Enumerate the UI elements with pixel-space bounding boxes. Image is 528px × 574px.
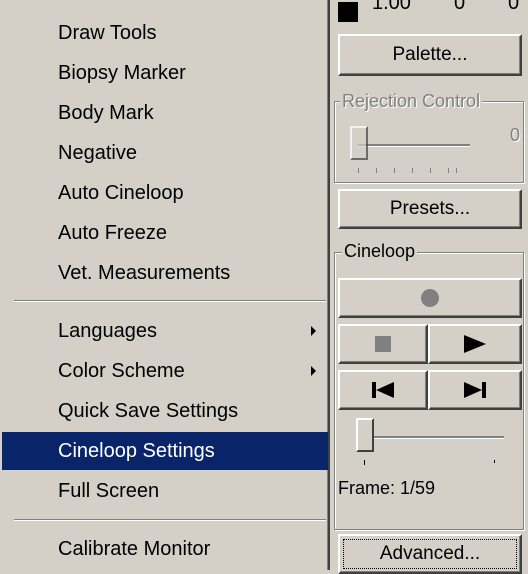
frame-tick-start <box>364 460 365 465</box>
menu-item-cineloop-settings[interactable]: Cineloop Settings <box>2 432 328 470</box>
rejection-tick <box>376 168 377 173</box>
frame-slider-thumb[interactable] <box>356 418 374 452</box>
rejection-slider-track[interactable] <box>358 144 470 147</box>
menu-item-body-mark[interactable]: Body Mark <box>2 94 328 132</box>
top-value-1: 1.00 <box>372 0 411 14</box>
menu-item-auto-freeze[interactable]: Auto Freeze <box>2 214 328 252</box>
stop-button[interactable] <box>338 324 428 364</box>
submenu-arrow-icon <box>311 366 316 376</box>
menu-item-calibrate-monitor[interactable]: Calibrate Monitor <box>2 530 328 568</box>
menu-item-biopsy-marker[interactable]: Biopsy Marker <box>2 54 328 92</box>
menu-item-label: Languages <box>58 320 157 342</box>
rejection-tick <box>448 168 449 173</box>
record-icon <box>421 289 439 307</box>
play-button[interactable] <box>428 324 522 364</box>
frame-counter: Frame: 1/59 <box>338 478 436 498</box>
context-menu: Draw Tools Biopsy Marker Body Mark Negat… <box>0 0 330 570</box>
menu-item-draw-tools[interactable]: Draw Tools <box>2 14 328 52</box>
rejection-tick <box>412 168 413 173</box>
menu-item-label: Auto Freeze <box>58 222 167 244</box>
cineloop-label: Cineloop <box>342 241 418 262</box>
menu-item-full-screen[interactable]: Full Screen <box>2 472 328 510</box>
menu-item-label: Auto Cineloop <box>58 182 184 204</box>
menu-item-languages[interactable]: Languages <box>2 312 328 350</box>
menu-item-auto-cineloop[interactable]: Auto Cineloop <box>2 174 328 212</box>
skip-to-end-icon <box>464 382 486 398</box>
menu-item-label: Full Screen <box>58 480 160 502</box>
rejection-tick <box>358 168 359 173</box>
play-icon <box>464 335 486 353</box>
rejection-control-label: Rejection Control <box>340 91 483 112</box>
stop-icon <box>375 336 391 352</box>
presets-button-label: Presets... <box>389 198 471 219</box>
last-frame-button[interactable] <box>428 370 522 410</box>
menu-separator <box>14 300 326 302</box>
menu-item-quick-save-settings[interactable]: Quick Save Settings <box>2 392 328 430</box>
top-value-2: 0 <box>454 0 466 14</box>
menu-item-negative[interactable]: Negative <box>2 134 328 172</box>
menu-item-label: Calibrate Monitor <box>58 538 211 560</box>
rejection-tick <box>430 168 431 173</box>
skip-to-start-icon <box>372 382 394 398</box>
menu-item-label: Cineloop Settings <box>58 440 215 462</box>
first-frame-button[interactable] <box>338 370 428 410</box>
rejection-control-value: 0 <box>510 125 521 145</box>
color-swatch <box>338 2 358 22</box>
submenu-arrow-icon <box>311 326 316 336</box>
palette-button-label: Palette... <box>392 44 468 65</box>
top-value-3: 0 <box>508 0 520 14</box>
palette-button[interactable]: Palette... <box>338 34 522 76</box>
rejection-slider-thumb[interactable] <box>350 126 368 160</box>
menu-separator <box>14 519 326 521</box>
rejection-tick <box>394 168 395 173</box>
rejection-tick <box>456 168 457 173</box>
menu-item-label: Vet. Measurements <box>58 262 231 284</box>
menu-item-vet-measurements[interactable]: Vet. Measurements <box>2 254 328 292</box>
menu-item-label: Body Mark <box>58 102 154 124</box>
frame-slider-track[interactable] <box>362 436 504 439</box>
menu-item-label: Color Scheme <box>58 360 185 382</box>
menu-item-label: Negative <box>58 142 137 164</box>
advanced-button[interactable]: Advanced... <box>338 534 522 574</box>
menu-item-color-scheme[interactable]: Color Scheme <box>2 352 328 390</box>
menu-item-label: Draw Tools <box>58 22 157 44</box>
presets-button[interactable]: Presets... <box>338 189 522 229</box>
advanced-button-label: Advanced... <box>379 543 481 564</box>
menu-item-label: Biopsy Marker <box>58 62 186 84</box>
menu-item-label: Quick Save Settings <box>58 400 239 422</box>
frame-tick-end <box>494 460 495 463</box>
record-button[interactable] <box>338 278 522 318</box>
